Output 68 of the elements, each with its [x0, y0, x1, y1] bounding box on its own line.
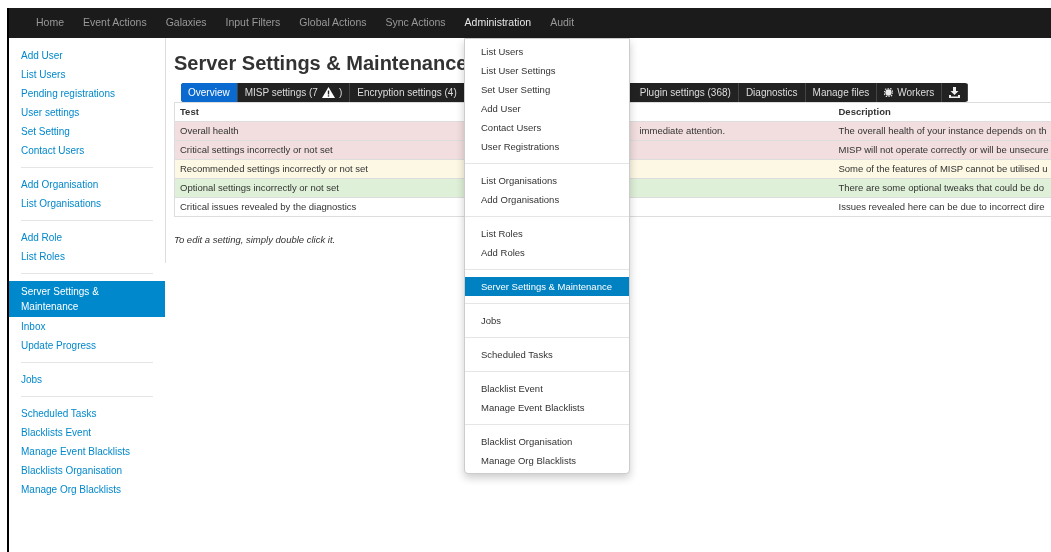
table-cell: MISP will not operate correctly or will be unsecure — [836, 140, 1051, 160]
sidebar-link[interactable]: Update Progress — [9, 336, 165, 355]
sidebar-link[interactable]: User settings — [9, 103, 165, 122]
menu-item[interactable]: Add User — [465, 99, 629, 118]
sidebar-link[interactable]: Jobs — [9, 370, 165, 389]
table-cell: immediate attention. — [639, 124, 726, 136]
menu-item[interactable]: Manage Event Blacklists — [465, 398, 629, 417]
menu-item[interactable]: List User Settings — [465, 61, 629, 80]
settings-tab[interactable]: Manage files — [805, 83, 878, 102]
column-header: Test — [174, 102, 462, 122]
menu-item[interactable]: Blacklist Organisation — [465, 432, 629, 451]
nav-link[interactable]: Event Actions — [83, 15, 147, 31]
column-header: Description — [836, 102, 1051, 122]
menu-item[interactable]: List Organisations — [465, 171, 629, 190]
table-cell: Critical issues revealed by the diagnostics — [174, 197, 462, 217]
sidebar-link[interactable]: Blacklists Organisation — [9, 461, 165, 480]
sidebar-link[interactable]: List Roles — [9, 247, 165, 266]
nav-link[interactable]: Input Filters — [225, 15, 281, 31]
sidebar-link[interactable]: Add User — [9, 46, 165, 65]
sidebar-link[interactable]: Manage Org Blacklists — [9, 480, 165, 499]
menu-item[interactable]: Add Roles — [465, 243, 629, 262]
table-cell: Recommended settings incorrectly or not set — [174, 159, 462, 179]
gear-icon — [884, 88, 894, 97]
nav-link[interactable]: Galaxies — [165, 15, 207, 31]
menu-item[interactable]: Scheduled Tasks — [465, 345, 629, 364]
table-cell: There are some optional tweaks that could be do — [836, 178, 1051, 198]
settings-tab[interactable]: Overview — [181, 83, 238, 102]
sidebar-link[interactable]: Blacklists Event — [9, 423, 165, 442]
sidebar-link[interactable]: Scheduled Tasks — [9, 404, 165, 423]
menu-item[interactable]: Server Settings & Maintenance — [465, 277, 629, 296]
nav-link[interactable]: Home — [36, 15, 64, 31]
settings-tab[interactable]: MISP settings (7 ) — [237, 83, 351, 102]
sidebar-link[interactable]: Inbox — [9, 317, 165, 336]
download-icon — [949, 87, 961, 98]
table-cell: Optional settings incorrectly or not set — [174, 178, 462, 198]
settings-tab[interactable]: Workers — [877, 83, 943, 102]
sidebar-link[interactable]: Server Settings & Maintenance — [9, 281, 165, 317]
sidebar-link[interactable]: List Users — [9, 65, 165, 84]
settings-tab[interactable]: Diagnostics — [738, 83, 806, 102]
warning-icon — [321, 87, 335, 98]
menu-item[interactable]: Manage Org Blacklists — [465, 451, 629, 470]
table-cell: Critical settings incorrectly or not set — [174, 140, 462, 160]
nav-link[interactable]: Sync Actions — [385, 15, 446, 31]
menu-item[interactable]: User Registrations — [465, 137, 629, 156]
table-cell: Some of the features of MISP cannot be utilised u — [836, 159, 1051, 179]
table-cell: The overall health of your instance depends on th — [836, 121, 1051, 141]
nav-link[interactable]: Administration — [464, 15, 532, 31]
table-cell: Overall health — [174, 121, 462, 141]
menu-item[interactable]: Add Organisations — [465, 190, 629, 209]
page-title: Server Settings & Maintenance — [174, 51, 468, 76]
sidebar-link[interactable]: Pending registrations — [9, 84, 165, 103]
sidebar-link[interactable]: List Organisations — [9, 194, 165, 213]
table-cell: Issues revealed here can be due to incorrect dire — [836, 197, 1051, 217]
sidebar-link[interactable]: Add Role — [9, 228, 165, 247]
nav-link[interactable]: Global Actions — [299, 15, 367, 31]
menu-item[interactable]: Blacklist Event — [465, 379, 629, 398]
menu-item[interactable]: Set User Setting — [465, 80, 629, 99]
sidebar-link[interactable]: Add Organisation — [9, 175, 165, 194]
menu-item[interactable]: List Users — [465, 42, 629, 61]
menu-item[interactable]: Contact Users — [465, 118, 629, 137]
hint-text: To edit a setting, simply double click it. — [174, 233, 336, 247]
settings-tab[interactable]: Plugin settings (368) — [632, 83, 739, 102]
menu-item[interactable]: Jobs — [465, 311, 629, 330]
sidebar-link[interactable]: Set Setting — [9, 122, 165, 141]
menu-item[interactable]: List Roles — [465, 224, 629, 243]
sidebar-link[interactable]: Manage Event Blacklists — [9, 442, 165, 461]
sidebar-link[interactable]: Contact Users — [9, 141, 165, 160]
nav-link[interactable]: Audit — [550, 15, 575, 31]
